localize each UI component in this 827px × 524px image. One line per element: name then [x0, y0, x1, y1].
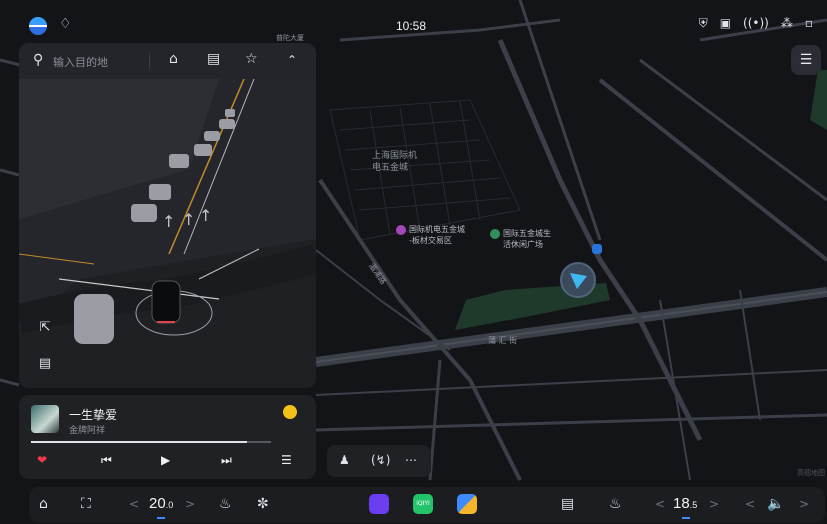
next-track-icon[interactable]: ⏭	[221, 453, 232, 468]
right-temp-increase-icon[interactable]: >	[709, 497, 719, 511]
parking-pin-icon	[592, 244, 602, 254]
song-title: 一生挚爱	[69, 408, 118, 422]
home-icon[interactable]: ⌂	[169, 51, 178, 67]
search-divider	[149, 53, 150, 69]
favorites-star-icon[interactable]: ☆	[245, 51, 258, 67]
poi-parking[interactable]	[592, 243, 602, 254]
driving-assist-panel: ⚲ 输入目的地 ⌂ ▤ ☆ ⌃ ↑ ↑ ↑ ⇱ ▤	[19, 43, 316, 388]
company-icon[interactable]: ▤	[207, 51, 220, 67]
add-waypoint-button[interactable]: ▤	[33, 351, 57, 375]
driving-scene-view: ↑ ↑ ↑	[19, 79, 316, 388]
passenger-seat-heat-icon[interactable]: ♨	[609, 496, 622, 512]
app-grid-icon[interactable]	[457, 494, 477, 514]
poi-leisure-plaza[interactable]: 国际五金城生 活休闲广场	[490, 228, 551, 250]
voice-assistant-app-icon[interactable]	[369, 494, 389, 514]
home-icon[interactable]: ⌂	[39, 496, 48, 512]
map-area-label: 上海国际机 电五金城	[372, 151, 418, 173]
search-bar[interactable]: ⚲ 输入目的地 ⌂ ▤ ☆ ⌃	[19, 43, 316, 79]
search-input[interactable]: 输入目的地	[53, 54, 108, 70]
clock: 10:58	[396, 19, 427, 33]
navigation-arrow-icon	[570, 273, 587, 289]
park-pin-icon	[490, 229, 500, 239]
current-location-marker	[560, 262, 596, 298]
notification-bell-icon[interactable]: ♢	[59, 16, 72, 32]
seat-heat-icon[interactable]: ♨	[219, 496, 232, 512]
map-watermark: 高德地图	[797, 469, 825, 477]
expand-view-button[interactable]: ⇱	[33, 315, 57, 339]
map-layers-button[interactable]: ☰	[791, 45, 821, 75]
svg-text:↑: ↑	[199, 206, 212, 225]
left-temp-indicator	[157, 517, 165, 519]
play-icon[interactable]: ▶	[161, 453, 170, 467]
svg-text:↑: ↑	[162, 212, 175, 231]
volume-increase-icon[interactable]: >	[799, 497, 809, 511]
right-temperature: 18.5	[673, 495, 698, 512]
shield-icon[interactable]: ⛨	[699, 16, 708, 31]
more-options-icon[interactable]: ⋯	[405, 453, 417, 467]
charging-icon[interactable]: (↯)	[371, 453, 390, 467]
song-artist: 金牌阿祥	[69, 426, 106, 436]
cellular-icon: ▫	[804, 16, 813, 30]
svg-text:↑: ↑	[182, 210, 195, 229]
shop-pin-icon	[396, 225, 406, 235]
poi-hardware-city-board[interactable]: 国际机电五金城 -板材交易区	[396, 224, 465, 246]
bluetooth-icon[interactable]: ⁂	[781, 16, 793, 31]
volume-icon[interactable]: 🔈	[767, 496, 784, 512]
like-heart-icon[interactable]: ❤	[37, 453, 47, 467]
layers-icon: ☰	[799, 52, 813, 68]
playback-progress-bar[interactable]	[31, 441, 271, 443]
left-temp-decrease-icon[interactable]: <	[129, 497, 139, 511]
volume-decrease-icon[interactable]: <	[745, 497, 755, 511]
left-temperature: 20.0	[149, 495, 174, 512]
right-temp-indicator	[682, 517, 690, 519]
car-icon[interactable]: ⛶	[81, 496, 91, 512]
playlist-icon[interactable]: ☰	[281, 453, 292, 467]
bottom-dock: ⌂ ⛶ < 20.0 > ♨ ✼ iQIYI ▤ ♨ < 18.5 > < 🔈 …	[29, 487, 825, 523]
road-label-puhui: 蒲 汇 街	[488, 336, 518, 345]
status-bar: ♢ 10:58 ⛨ ▣ ((•)) ⁂ ▫	[0, 0, 827, 40]
defrost-icon[interactable]: ▤	[561, 496, 574, 512]
signal-broadcast-icon: ((•))	[743, 16, 769, 30]
music-player-card[interactable]: 一生挚爱 金牌阿祥 ❤ ⏮ ▶ ⏭ ☰	[19, 395, 316, 479]
previous-track-icon[interactable]: ⏮	[101, 453, 112, 468]
camera-icon[interactable]: ▣	[720, 16, 731, 31]
right-temp-decrease-icon[interactable]: <	[655, 497, 665, 511]
status-icons: ⛨ ▣ ((•)) ⁂ ▫	[699, 16, 813, 31]
playback-progress-fill	[31, 441, 247, 443]
quick-actions: ♟ (↯) ⋯	[327, 445, 431, 477]
collapse-chevron-up-icon[interactable]: ⌃	[287, 53, 297, 67]
music-source-icon[interactable]	[283, 405, 297, 419]
expand-icon: ⇱	[39, 319, 51, 335]
fan-icon[interactable]: ✼	[257, 496, 269, 512]
pedestrian-icon[interactable]: ♟	[339, 453, 350, 467]
iqiyi-app-icon[interactable]: iQIYI	[413, 494, 433, 514]
document-add-icon: ▤	[38, 355, 52, 371]
search-icon: ⚲	[33, 52, 44, 68]
left-temp-increase-icon[interactable]: >	[185, 497, 195, 511]
album-cover[interactable]	[31, 405, 59, 433]
profile-avatar[interactable]	[29, 17, 47, 35]
